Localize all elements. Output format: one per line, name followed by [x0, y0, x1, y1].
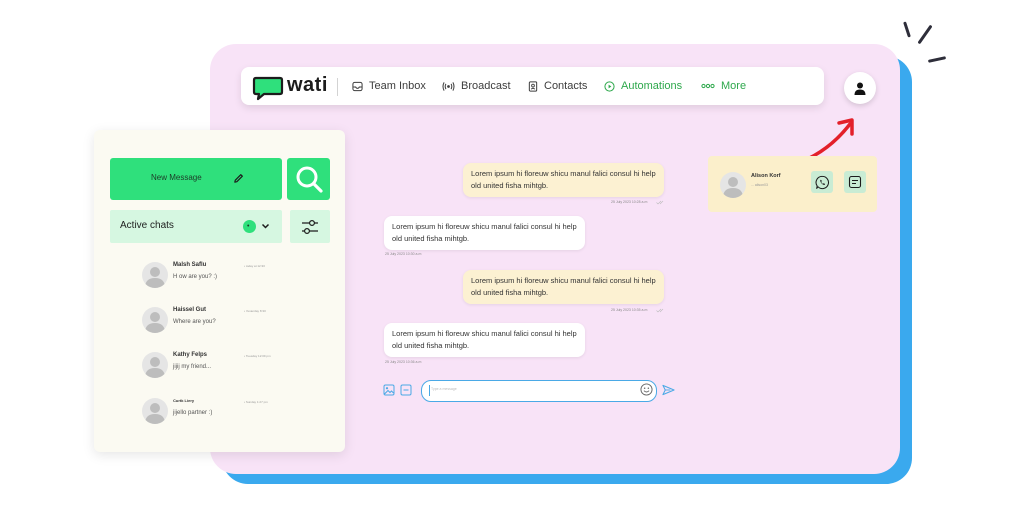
chat-list-item[interactable]: Curtk Liery jijello partner :) • Sunday …	[142, 398, 292, 428]
nav-divider	[337, 78, 338, 96]
chat-preview: jijello partner :)	[173, 410, 213, 416]
avatar	[142, 352, 168, 378]
more-dots-icon	[701, 83, 715, 89]
message-text: Lorem ipsum hi floreuw shicu manul falic…	[471, 169, 656, 190]
top-nav: wati Team Inbox Broadcast Contacts Autom…	[241, 67, 824, 105]
avatar	[720, 172, 746, 198]
chat-timestamp: • Yesterday 8:30	[244, 309, 266, 313]
chat-contact-name: Malsh Saflu	[173, 262, 207, 268]
user-avatar-icon	[145, 357, 165, 378]
contact-info-card: Alison Korf ... alison03	[708, 156, 877, 212]
broadcast-icon	[442, 81, 455, 91]
inbox-icon	[352, 81, 363, 91]
message-square-icon	[848, 175, 862, 189]
incoming-message: Lorem ipsum hi floreuw shicu manul falic…	[384, 323, 585, 357]
chat-timestamp: • Tuesday 12:09 pm	[244, 354, 271, 358]
chat-timestamp: • today at 12:30	[244, 264, 265, 268]
chat-preview: Where are you?	[173, 319, 216, 325]
user-avatar-icon	[145, 267, 165, 288]
chat-contact-name: Haissel Gut	[173, 307, 207, 313]
active-count-badge: •	[243, 220, 256, 233]
outgoing-message: Lorem ipsum hi floreuw shicu manul falic…	[463, 270, 664, 304]
message-input[interactable]: Type a message	[421, 380, 657, 402]
message-text: Lorem ipsum hi floreuw shicu manul falic…	[392, 329, 577, 350]
avatar	[142, 262, 168, 288]
brand-logo[interactable]: wati	[252, 74, 340, 101]
filter-button[interactable]	[290, 210, 330, 243]
contacts-icon	[528, 80, 538, 92]
user-avatar-icon	[145, 312, 165, 333]
chat-list-item[interactable]: Haissel Gut Where are you? • Yesterday 8…	[142, 307, 292, 337]
pencil-icon	[234, 174, 243, 183]
brand-name: wati	[287, 74, 328, 96]
search-icon	[296, 166, 323, 193]
nav-contacts[interactable]: Contacts	[528, 67, 587, 105]
message-timestamp: 25 July 2023 10:28 a.m	[611, 200, 648, 204]
active-chats-label: Active chats	[120, 220, 174, 231]
avatar	[142, 398, 168, 424]
chat-bubble-logo-icon	[252, 76, 284, 101]
double-check-icon	[656, 200, 664, 205]
chat-preview: H ow are you? :)	[173, 274, 218, 280]
double-check-icon	[656, 308, 664, 313]
chat-list-item[interactable]: Kathy Felps jijij my friend... • Tuesday…	[142, 352, 292, 382]
outgoing-message: Lorem ipsum hi floreuw shicu manul falic…	[463, 163, 664, 197]
search-button[interactable]	[287, 158, 330, 200]
sliders-icon	[302, 219, 318, 234]
send-icon[interactable]	[662, 384, 675, 396]
chat-list-item[interactable]: Malsh Saflu H ow are you? :) • today at …	[142, 262, 292, 292]
active-count: •	[247, 223, 250, 230]
nav-team-inbox[interactable]: Team Inbox	[352, 67, 426, 105]
nav-item-label: Contacts	[544, 80, 588, 92]
chat-contact-name: Kathy Felps	[173, 352, 208, 358]
user-avatar-icon	[723, 177, 743, 198]
sparkle-line	[917, 24, 933, 45]
whatsapp-icon	[815, 175, 829, 189]
image-attach-icon[interactable]	[383, 384, 395, 396]
nav-broadcast[interactable]: Broadcast	[442, 67, 511, 105]
user-avatar-icon	[145, 403, 165, 424]
user-icon	[854, 82, 866, 95]
notes-button[interactable]	[844, 171, 866, 193]
nav-more[interactable]: More	[701, 67, 746, 105]
chat-contact-name: Curtk Liery	[173, 398, 195, 403]
new-message-button[interactable]: New Message	[110, 158, 282, 200]
play-circle-icon	[604, 80, 615, 92]
active-chats-dropdown[interactable]: Active chats •	[110, 210, 282, 243]
nav-item-label: Automations	[621, 80, 683, 92]
nav-item-label: More	[721, 80, 747, 92]
chat-preview: jijij my friend...	[173, 364, 212, 370]
message-text: Lorem ipsum hi floreuw shicu manul falic…	[392, 222, 577, 243]
chat-timestamp: • Sunday 1:27 pm	[244, 400, 268, 404]
incoming-message: Lorem ipsum hi floreuw shicu manul falic…	[384, 216, 585, 250]
emoji-icon[interactable]	[640, 383, 653, 396]
profile-button[interactable]	[844, 72, 876, 104]
nav-item-label: Team Inbox	[369, 80, 426, 92]
whatsapp-button[interactable]	[811, 171, 833, 193]
text-caret	[429, 385, 430, 396]
avatar	[142, 307, 168, 333]
chat-list-panel: New Message Active chats • Malsh Saflu H…	[94, 130, 345, 452]
contact-handle: ... alison03	[751, 183, 768, 187]
contact-name: Alison Korf	[751, 173, 781, 179]
sparkle-line	[903, 21, 911, 38]
sparkle-line	[927, 56, 947, 63]
nav-item-label: Broadcast	[461, 80, 511, 92]
message-text: Lorem ipsum hi floreuw shicu manul falic…	[471, 276, 656, 297]
template-icon[interactable]	[400, 384, 412, 396]
nav-automations[interactable]: Automations	[604, 67, 682, 105]
message-timestamp: 25 July 2023 10:30 a.m	[385, 252, 422, 256]
chevron-down-icon	[261, 223, 270, 229]
message-timestamp: 25 July 2023 10:35 a.m	[611, 308, 648, 312]
message-input-placeholder: Type a message	[431, 387, 457, 391]
new-message-label: New Message	[151, 173, 202, 182]
message-timestamp: 25 July 2023 10:36 a.m	[385, 360, 422, 364]
